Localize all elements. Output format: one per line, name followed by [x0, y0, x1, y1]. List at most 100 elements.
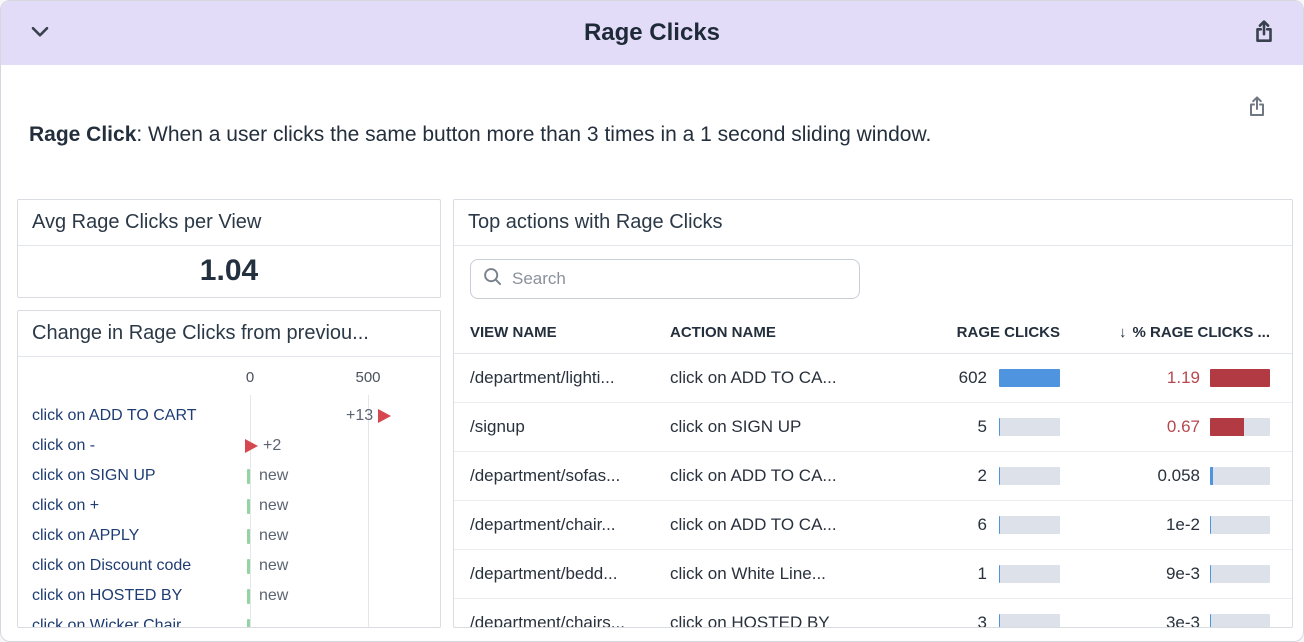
view-name-cell: /department/lighti... [454, 368, 670, 388]
table-row[interactable]: /department/bedd...click on White Line..… [454, 550, 1292, 599]
increase-arrow-icon [378, 409, 391, 423]
rage-clicks-bar-fill [999, 369, 1060, 387]
action-name-cell: click on SIGN UP [670, 417, 920, 437]
change-row: click on APPLY new [18, 521, 440, 551]
change-card-title: Change in Rage Clicks from previou... [18, 311, 440, 357]
top-actions-title: Top actions with Rage Clicks [454, 200, 1292, 246]
view-name-cell: /signup [454, 417, 670, 437]
change-marker: new [247, 497, 288, 515]
pct-rage-clicks-bar-fill [1210, 418, 1244, 436]
change-marker [247, 619, 259, 629]
pct-rage-clicks-bar [1210, 614, 1270, 628]
page-title: Rage Clicks [1, 19, 1303, 47]
action-name-cell: click on ADD TO CA... [670, 368, 920, 388]
change-marker: new [247, 557, 288, 575]
change-marker: +13 [346, 407, 391, 425]
change-row: click on SIGN UP new [18, 461, 440, 491]
rage-clicks-bar [999, 516, 1060, 534]
change-row: click on HOSTED BY new [18, 581, 440, 611]
sort-desc-icon: ↓ [1119, 324, 1127, 341]
action-link[interactable]: click on ADD TO CART [32, 407, 197, 425]
rage-clicks-value: 6 [920, 515, 987, 535]
change-row: click on ADD TO CART +13 [18, 401, 440, 431]
new-indicator-icon [247, 619, 250, 629]
top-actions-card: Top actions with Rage Clicks VIEW NAMEAC… [453, 199, 1293, 628]
pct-rage-clicks-value: 0.058 [1060, 466, 1200, 486]
pct-rage-clicks-bar [1210, 369, 1270, 387]
axis-tick-500: 500 [355, 369, 380, 386]
column-header-rage-clicks[interactable]: ↓% RAGE CLICKS ... [1060, 324, 1270, 341]
table-row[interactable]: /department/lighti...click on ADD TO CA.… [454, 354, 1292, 403]
view-name-cell: /department/bedd... [454, 564, 670, 584]
view-name-cell: /department/sofas... [454, 466, 670, 486]
delta-value: new [259, 497, 288, 515]
change-marker: new [247, 587, 288, 605]
header-export-button[interactable] [1247, 15, 1281, 52]
collapse-button[interactable] [23, 15, 57, 52]
rage-clicks-bar [999, 467, 1060, 485]
new-indicator-icon [247, 499, 250, 514]
table-row[interactable]: /department/sofas...click on ADD TO CA..… [454, 452, 1292, 501]
change-rows: click on ADD TO CART+13click on -+2click… [18, 401, 440, 628]
table-body: /department/lighti...click on ADD TO CA.… [454, 354, 1292, 628]
definition-text: : When a user clicks the same button mor… [136, 123, 931, 146]
widget-header: Rage Clicks [1, 1, 1303, 65]
change-marker: +2 [245, 437, 281, 455]
delta-value: +13 [346, 407, 373, 425]
rage-clicks-value: 3 [920, 613, 987, 628]
action-link[interactable]: click on - [32, 437, 95, 455]
export-icon [1251, 19, 1277, 48]
action-link[interactable]: click on Wicker Chair [32, 617, 181, 628]
rage-clicks-bar [999, 614, 1060, 628]
action-link[interactable]: click on + [32, 497, 99, 515]
rage-clicks-widget: Rage Clicks Rage Click: When a user clic… [0, 0, 1304, 642]
action-link[interactable]: click on APPLY [32, 527, 139, 545]
action-name-cell: click on ADD TO CA... [670, 515, 920, 535]
view-name-cell: /department/chairs... [454, 613, 670, 628]
change-row: click on + new [18, 491, 440, 521]
change-row: click on Discount code new [18, 551, 440, 581]
column-header-rage-clicks[interactable]: RAGE CLICKS [920, 324, 1060, 341]
change-marker: new [247, 527, 288, 545]
definition-term: Rage Click [29, 123, 136, 146]
increase-arrow-icon [245, 439, 258, 453]
action-link[interactable]: click on SIGN UP [32, 467, 156, 485]
delta-value: new [259, 557, 288, 575]
rage-clicks-bar [999, 565, 1060, 583]
rage-clicks-bar [999, 418, 1060, 436]
pct-rage-clicks-bar [1210, 467, 1270, 485]
rage-clicks-bar-fill [999, 418, 1000, 436]
pct-rage-clicks-value: 0.67 [1060, 417, 1200, 437]
action-name-cell: click on ADD TO CA... [670, 466, 920, 486]
new-indicator-icon [247, 589, 250, 604]
action-link[interactable]: click on Discount code [32, 557, 191, 575]
new-indicator-icon [247, 529, 250, 544]
table-row[interactable]: /department/chairs...click on HOSTED BY3… [454, 599, 1292, 628]
delta-value: new [259, 587, 288, 605]
table-row[interactable]: /department/chair...click on ADD TO CA..… [454, 501, 1292, 550]
delta-value: new [259, 467, 288, 485]
delta-value: new [259, 527, 288, 545]
action-name-cell: click on White Line... [670, 564, 920, 584]
axis-tick-zero: 0 [246, 369, 254, 386]
rage-clicks-bar [999, 369, 1060, 387]
rage-clicks-value: 602 [920, 368, 987, 388]
search-input[interactable] [512, 269, 847, 289]
search-box [470, 259, 860, 299]
column-header-view-name[interactable]: VIEW NAME [454, 324, 670, 341]
change-row: click on - +2 [18, 431, 440, 461]
change-row: click on Wicker Chair [18, 611, 440, 628]
rage-click-definition: Rage Click: When a user clicks the same … [29, 123, 931, 147]
avg-rage-clicks-value: 1.04 [18, 246, 440, 288]
column-header-action-name[interactable]: ACTION NAME [670, 324, 920, 341]
pct-rage-clicks-value: 3e-3 [1060, 613, 1200, 628]
action-link[interactable]: click on HOSTED BY [32, 587, 182, 605]
chart-export-button[interactable] [1245, 95, 1269, 122]
table-header-row: VIEW NAMEACTION NAMERAGE CLICKS↓% RAGE C… [454, 312, 1292, 354]
pct-rage-clicks-bar-fill [1210, 369, 1270, 387]
export-icon [1245, 107, 1269, 122]
table-row[interactable]: /signupclick on SIGN UP50.67 [454, 403, 1292, 452]
pct-rage-clicks-bar [1210, 565, 1270, 583]
view-name-cell: /department/chair... [454, 515, 670, 535]
pct-rage-clicks-value: 1e-2 [1060, 515, 1200, 535]
